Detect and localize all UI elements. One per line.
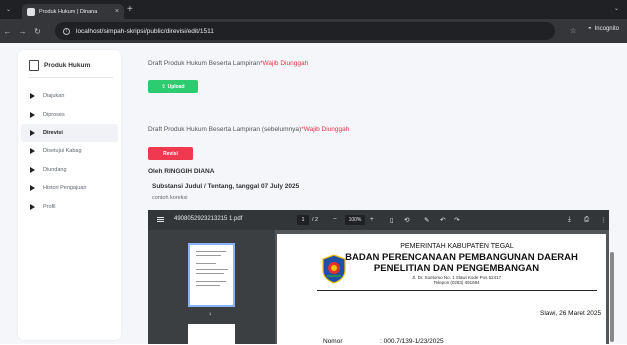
zoom-input[interactable]: 100%	[345, 215, 365, 225]
letterhead-divider	[317, 290, 597, 291]
thumb-line	[196, 255, 221, 256]
tab-title: Produk Hukum | Dinana	[39, 8, 98, 15]
substansi-heading: Substansi Judul / Tentang, tanggal 07 Ju…	[152, 183, 300, 190]
brand-title: Produk Hukum	[44, 62, 91, 69]
prev-draft-label-text: Draft Produk Hukum Beserta Lampiran (seb…	[148, 126, 302, 133]
sidebar-item-histori-pengajuan[interactable]: Histori Pengajuan	[18, 179, 121, 197]
reviewer-name: Oleh RINGGIH DIANA	[148, 168, 215, 175]
upload-label: Upload	[167, 83, 185, 90]
annotate-icon[interactable]: ✎	[424, 216, 429, 224]
pdf-page: PEMERINTAH KABUPATEN TEGAL BADAN PERENCA…	[277, 234, 606, 344]
sidebar-item-diajukan[interactable]: Diajukan	[18, 87, 121, 105]
letter-date: Slawi, 26 Maret 2025	[540, 310, 602, 317]
pdf-viewer[interactable]: 4908052923213215 1.pdf 1 / 2 − 100% + ▯ …	[148, 210, 609, 344]
back-button[interactable]: ←	[0, 27, 15, 36]
incognito-label: Incognito	[594, 26, 619, 32]
sidebar-item-label: Diproses	[43, 111, 65, 118]
sidebar-item-label: Diajukan	[43, 93, 65, 99]
reload-button[interactable]: ↻	[30, 27, 45, 36]
zoom-in-button[interactable]: +	[370, 216, 374, 223]
tab-search-icon[interactable]: ⌄	[6, 6, 11, 13]
favicon-icon	[27, 7, 35, 16]
thumb-line	[196, 263, 216, 264]
incognito-indicator[interactable]: ◓ Incognito	[588, 26, 619, 32]
sidebar-item-disetujui-kabag[interactable]: Disetujui Kabag	[18, 142, 121, 160]
pdf-filename: 4908052923213215 1.pdf	[174, 216, 243, 222]
thumbnail-number: 1	[209, 311, 212, 316]
window-controls-icon[interactable]: ⌄	[614, 5, 619, 12]
pdf-scrollbar[interactable]	[610, 252, 614, 342]
sidebar-item-label: Disetujui Kabag	[43, 148, 82, 154]
incognito-icon: ◓	[588, 26, 592, 32]
triangle-right-icon	[30, 130, 35, 136]
address-bar[interactable]: i localhost/simpah-skripsi/public/direvi…	[55, 22, 555, 40]
thumb-line	[196, 251, 226, 252]
menu-icon[interactable]	[157, 217, 164, 222]
sidebar-menu: Diajukan Diproses Direvisi Disetujui Kab…	[18, 87, 121, 216]
letterhead-phone: Telepon (0283) 491694	[433, 280, 480, 285]
page-thumbnail-2[interactable]	[188, 324, 235, 344]
draft-label-text: Draft Produk Hukum Beserta Lampiran	[148, 60, 260, 67]
thumb-line	[196, 269, 228, 270]
thumb-line	[196, 281, 226, 282]
browser-tabstrip: ⌄ Produk Hukum | Dinana × + ⌄	[0, 0, 627, 19]
more-options-icon[interactable]: ⋮	[600, 216, 607, 224]
sidebar-item-label: Diundang	[43, 166, 67, 173]
sidebar-divider	[28, 77, 113, 78]
sidebar-item-direvisi[interactable]: Direvisi	[21, 124, 118, 142]
draft-label: Draft Produk Hukum Beserta Lampiran*Waji…	[148, 60, 308, 67]
sidebar-item-label: Direvisi	[43, 130, 63, 136]
browser-tab[interactable]: Produk Hukum | Dinana ×	[22, 4, 124, 19]
document-logo-icon	[29, 60, 39, 71]
undo-icon[interactable]: ↶	[440, 216, 445, 224]
sidebar-item-label: Histori Pengajuan	[43, 185, 87, 191]
download-icon[interactable]: ⤓	[568, 216, 571, 224]
fit-page-icon[interactable]: ▯	[390, 216, 394, 224]
thumbnail-pane: 1	[148, 230, 275, 344]
triangle-right-icon	[30, 148, 35, 154]
print-icon[interactable]: ⎙	[584, 216, 589, 224]
pdf-toolbar: 4908052923213215 1.pdf 1 / 2 − 100% + ▯ …	[148, 210, 609, 230]
sidebar-item-profil[interactable]: Profil	[18, 198, 121, 216]
site-info-icon[interactable]: i	[63, 27, 70, 35]
sidebar-item-label: Profil	[43, 203, 56, 210]
redo-icon[interactable]: ↷	[454, 216, 459, 224]
triangle-right-icon	[30, 93, 35, 99]
triangle-right-icon	[30, 185, 35, 191]
page-total: / 2	[312, 217, 319, 223]
triangle-right-icon	[30, 203, 35, 210]
browser-toolbar: ← → ↻ i localhost/simpah-skripsi/public/…	[0, 19, 627, 43]
brand[interactable]: Produk Hukum	[29, 60, 90, 71]
prev-draft-label: Draft Produk Hukum Beserta Lampiran (seb…	[148, 126, 349, 133]
sidebar-item-diundang[interactable]: Diundang	[18, 161, 121, 179]
triangle-right-icon	[30, 111, 35, 118]
koreksi-text: contoh koreksi	[152, 195, 188, 201]
prev-required: *Wajib Diunggah	[301, 126, 350, 133]
revisi-button[interactable]: Revisi	[148, 147, 193, 160]
triangle-right-icon	[30, 166, 35, 173]
thumb-line	[196, 285, 220, 286]
upload-icon: ⇪	[161, 83, 166, 90]
url-text: localhost/simpah-skripsi/public/direvisi…	[76, 27, 214, 35]
upload-button[interactable]: ⇪ Upload	[148, 80, 198, 93]
sidebar: Produk Hukum Diajukan Diproses Direvisi …	[18, 50, 121, 340]
sidebar-item-diproses[interactable]: Diproses	[18, 106, 121, 124]
rotate-icon[interactable]: ⟲	[404, 216, 409, 224]
tab-close-icon[interactable]: ×	[115, 8, 119, 15]
bookmark-star-icon[interactable]: ☆	[570, 27, 576, 35]
page-number-input[interactable]: 1	[297, 215, 309, 225]
zoom-out-button[interactable]: −	[333, 216, 337, 223]
forward-button[interactable]: →	[15, 27, 30, 36]
draft-required: *Wajib Diunggah	[260, 60, 309, 67]
thumb-line	[196, 273, 224, 274]
page-thumbnail-1[interactable]	[188, 243, 235, 307]
new-tab-button[interactable]: +	[127, 4, 133, 15]
letterhead-line-3: PENELITIAN DAN PENGEMBANGAN	[373, 263, 540, 274]
letterhead-line-1: PEMERINTAH KABUPATEN TEGAL	[400, 243, 514, 250]
letterhead-line-2: BADAN PERENCANAAN PEMBANGUNAN DAERAH	[345, 252, 578, 263]
